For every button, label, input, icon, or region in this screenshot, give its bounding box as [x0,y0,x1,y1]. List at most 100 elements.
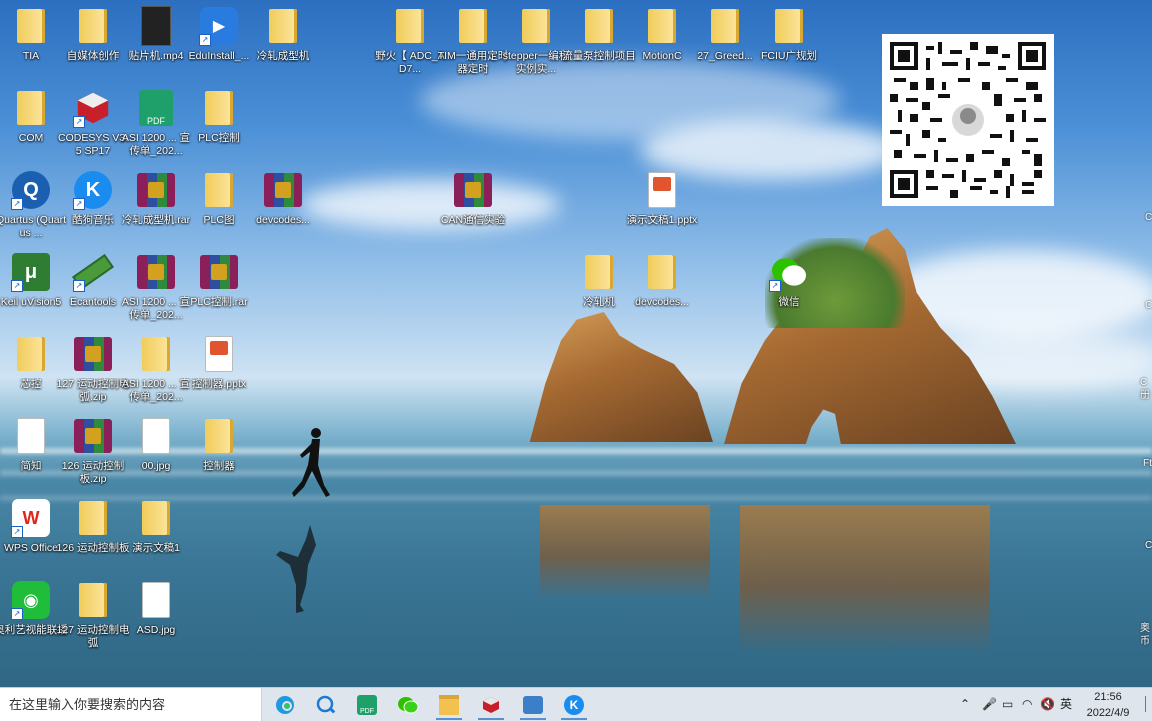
desktop-icon-label: devcodes... [635,296,689,308]
desktop-icon[interactable]: ↗ 微信 [752,252,826,309]
kugou-icon[interactable]: K [557,691,591,720]
desktop-icon-label: PLC图 [203,214,235,226]
desktop-icon[interactable]: ASD.jpg [119,580,193,637]
app-icon: ▶ ↗ [199,6,239,46]
desktop-icon[interactable]: devcodes... [246,170,320,227]
desktop-icon[interactable]: 控制器.pptx [182,334,256,391]
desktop-icon[interactable]: devcodes... [625,252,699,309]
desktop-icon-label: 演示文稿1.pptx [626,214,698,226]
folder-icon [73,6,113,46]
app-icon: K ↗ [73,170,113,210]
folder-icon [769,6,809,46]
folder-icon [73,580,113,620]
qr-code [882,34,1054,206]
app-icon: Q ↗ [11,170,51,210]
search-box[interactable]: 在这里输入你要搜索的内容 [0,688,262,721]
clock-date: 2022/4/9 [1086,707,1130,719]
desktop-icon[interactable]: PLC控制.rar [182,252,256,309]
show-hidden-icons[interactable]: ⌃ [960,688,970,721]
folder-icon [11,6,51,46]
browser-icon[interactable] [309,691,343,719]
volume-muted-icon[interactable]: 🔇 [1040,688,1055,721]
desktop-icon[interactable]: CAN通信实验 [436,170,510,227]
folder-icon [11,334,51,374]
video-icon [136,6,176,46]
pdf-icon: PDF [136,88,176,128]
network-icon[interactable] [516,691,550,720]
edge-label: C [1145,540,1152,551]
show-desktop-button[interactable] [1145,696,1152,712]
desktop-icon[interactable]: PLC控制 [182,88,256,145]
edge-label: C 册 [1140,377,1150,401]
desktop-icon-label: 控制器 [203,460,235,472]
app-icon: W ↗ [11,498,51,538]
edge-label: Ft [1143,458,1152,469]
file-icon [136,416,176,456]
edge-icon[interactable] [268,691,302,719]
folder-icon [136,498,176,538]
edge-label: 奥 币 [1140,623,1150,647]
folder-icon [199,170,239,210]
zip-icon [136,170,176,210]
desktop-icon[interactable]: 冷轧成型机 [246,6,320,63]
desktop-icon-label: EduInstall_... [188,50,250,62]
wifi-icon[interactable]: ◠ [1022,688,1032,721]
file-icon [11,416,51,456]
folder-icon [199,416,239,456]
zip-icon [73,416,113,456]
zip-icon [263,170,303,210]
desktop-icon[interactable]: ▶ ↗ EduInstall_... [182,6,256,63]
app-icon: ↗ [769,252,809,292]
folder-icon [642,252,682,292]
desktop-icon[interactable]: 演示文稿1 [119,498,193,555]
folder-icon [705,6,745,46]
desktop-icon[interactable]: 27_Greed... [688,6,762,63]
folder-icon [579,252,619,292]
app-icon: ↗ [72,252,114,292]
battery-icon[interactable]: ▭ [1002,688,1013,721]
explorer-icon[interactable] [432,691,466,720]
zip-icon [453,170,493,210]
desktop-icon-label: ASD.jpg [136,624,176,636]
desktop-icon[interactable]: FCIU广规划 [752,6,826,63]
desktop-icon[interactable]: 控制器 [182,416,256,473]
search-placeholder: 在这里输入你要搜索的内容 [9,697,166,712]
ime-indicator[interactable]: 英 [1060,688,1072,721]
desktop-icon-label: 27_Greed... [697,50,753,62]
desktop-icon-label: PLC控制 [198,132,240,144]
desktop-wallpaper: TIA 自媒体创作 贴片机.mp4 ▶ ↗ EduInstall_... 冷轧成型机 野火【 … [0,0,1152,687]
app-icon: ↗ [73,88,113,128]
clock-time: 21:56 [1094,691,1122,703]
pptx-icon [642,170,682,210]
pptx-icon [199,334,239,374]
folder-icon [199,88,239,128]
folder-icon [579,6,619,46]
microphone-icon[interactable]: 🎤 [982,688,997,721]
wechat-icon[interactable] [391,691,425,719]
folder-icon [11,88,51,128]
desktop-icon-label: 微信 [778,296,800,308]
pdf-icon[interactable]: PDF [350,691,384,719]
desktop-icon[interactable]: PLC图 [182,170,256,227]
folder-icon [136,334,176,374]
folder-icon [73,498,113,538]
codesys-icon[interactable] [474,691,508,720]
app-icon: μ ↗ [11,252,51,292]
desktop-icon-label: 冷轧成型机 [256,50,310,62]
desktop-icon-label: FCIU广规划 [761,50,817,62]
file-icon [136,580,176,620]
app-icon: ◉ ↗ [11,580,51,620]
zip-icon [199,252,239,292]
folder-icon [453,6,493,46]
desktop-icon[interactable]: 演示文稿1.pptx [625,170,699,227]
zip-icon [136,252,176,292]
folder-icon [642,6,682,46]
folder-icon [263,6,303,46]
desktop-icon-label: CAN通信实验 [440,214,506,226]
folder-icon [390,6,430,46]
desktop-icon-label: 控制器.pptx [191,378,247,390]
clock[interactable]: 21:56 2022/4/9 [1080,688,1136,721]
desktop-icon-label: devcodes... [256,214,310,226]
rock-left [529,312,713,442]
edge-label: C [1145,300,1152,311]
